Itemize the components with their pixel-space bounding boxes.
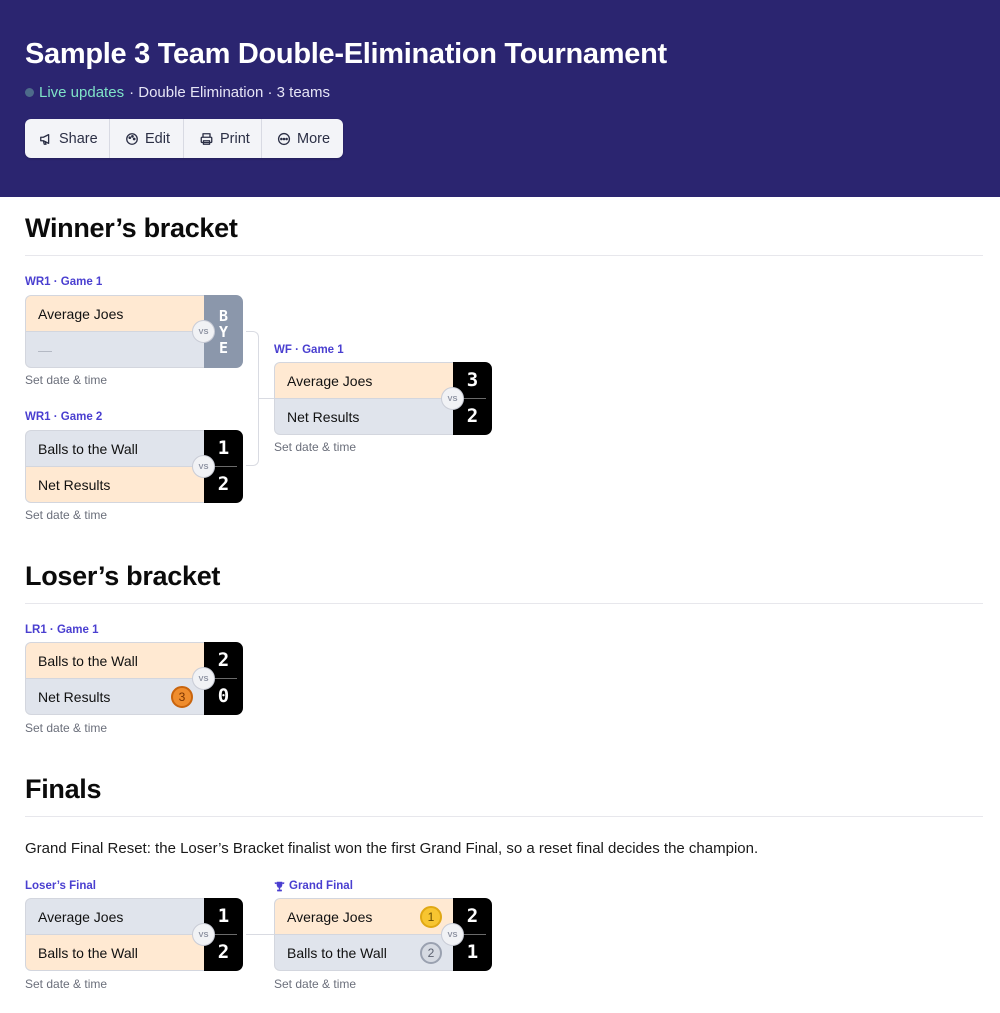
more-label: More (297, 130, 331, 147)
score[interactable]: 1 (453, 941, 492, 963)
set-date-link[interactable]: Set date & time (274, 977, 356, 991)
score[interactable]: 2 (453, 405, 492, 427)
team-row[interactable]: Balls to the Wall (25, 430, 205, 466)
team-row[interactable]: Average Joes (25, 295, 205, 331)
losers-bracket-heading: Loser’s bracket (25, 561, 221, 591)
set-date-link[interactable]: Set date & time (274, 440, 356, 454)
more-circle-icon (277, 132, 291, 145)
team-row[interactable]: Balls to the Wall (25, 934, 205, 971)
page-header: Sample 3 Team Double-Elimination Tournam… (0, 0, 1000, 197)
match-card-losers-final[interactable]: Average Joes Balls to the Wall 1 2 VS (25, 898, 243, 971)
share-label: Share (59, 130, 98, 147)
score[interactable]: 3 (453, 369, 492, 391)
score[interactable]: 2 (453, 905, 492, 927)
bracket-connector (259, 398, 274, 399)
score[interactable]: 1 (204, 437, 243, 459)
team-row[interactable]: Net Results (25, 466, 205, 503)
match-label-losers-final[interactable]: Loser’s Final (25, 880, 96, 892)
score[interactable]: 0 (204, 685, 243, 707)
vs-badge: VS (192, 320, 215, 343)
match-label-wr1-g1[interactable]: WR1 · Game 1 (25, 276, 102, 288)
megaphone-icon (40, 133, 50, 145)
palette-icon (126, 132, 138, 145)
team-row[interactable]: Average Joes (25, 898, 205, 934)
page-title: Sample 3 Team Double-Elimination Tournam… (25, 38, 667, 70)
set-date-link[interactable]: Set date & time (25, 373, 107, 387)
section-divider (25, 816, 983, 817)
vs-badge: VS (441, 387, 464, 410)
set-date-link[interactable]: Set date & time (25, 977, 107, 991)
edit-label: Edit (145, 130, 170, 147)
tournament-meta: Live updates · Double Elimination · 3 te… (25, 84, 330, 101)
set-date-link[interactable]: Set date & time (25, 508, 107, 522)
action-toolbar: Share Edit Print More (25, 119, 343, 158)
bye-letter: B (218, 306, 229, 325)
score[interactable]: 1 (204, 905, 243, 927)
grand-final-reset-note: Grand Final Reset: the Loser’s Bracket f… (25, 840, 759, 857)
team-row-empty[interactable]: — (25, 331, 205, 368)
finals-heading: Finals (25, 774, 102, 804)
bracket-connector (246, 934, 274, 935)
share-button[interactable]: Share (25, 119, 110, 158)
bye-letter: E (218, 338, 229, 357)
section-divider (25, 603, 983, 604)
first-place-badge: 1 (420, 906, 442, 928)
team-row[interactable]: Net Results (274, 398, 454, 435)
bye-letter: Y (218, 322, 229, 341)
print-button[interactable]: Print (184, 119, 262, 158)
bracket-connector (246, 331, 259, 466)
match-card-wr1-g1[interactable]: Average Joes — B Y E VS (25, 295, 243, 368)
vs-badge: VS (192, 667, 215, 690)
match-label-grand-final[interactable]: Grand Final (274, 880, 353, 892)
live-updates-link[interactable]: Live updates (39, 84, 124, 101)
section-divider (25, 255, 983, 256)
live-status-dot (25, 88, 34, 97)
match-label-wf-g1[interactable]: WF · Game 1 (274, 344, 344, 356)
trophy-icon (274, 881, 285, 891)
print-label: Print (220, 130, 250, 147)
match-card-lr1-g1[interactable]: Balls to the Wall Net Results 3 2 0 VS (25, 642, 243, 715)
more-button[interactable]: More (262, 119, 343, 158)
grand-final-label: Grand Final (289, 880, 353, 892)
vs-badge: VS (441, 923, 464, 946)
score[interactable]: 2 (204, 649, 243, 671)
score[interactable]: 2 (204, 473, 243, 495)
tournament-info: · Double Elimination · 3 teams (129, 84, 330, 101)
edit-button[interactable]: Edit (110, 119, 184, 158)
team-row[interactable]: Average Joes (274, 362, 454, 398)
match-card-wr1-g2[interactable]: Balls to the Wall Net Results 1 2 VS (25, 430, 243, 503)
match-card-wf-g1[interactable]: Average Joes Net Results 3 2 VS (274, 362, 492, 435)
match-card-grand-final[interactable]: Average Joes Balls to the Wall 1 2 2 1 V… (274, 898, 492, 971)
match-label-wr1-g2[interactable]: WR1 · Game 2 (25, 411, 102, 423)
third-place-badge: 3 (171, 686, 193, 708)
vs-badge: VS (192, 455, 215, 478)
second-place-badge: 2 (420, 942, 442, 964)
score[interactable]: 2 (204, 941, 243, 963)
team-row[interactable]: Balls to the Wall (25, 642, 205, 678)
vs-badge: VS (192, 923, 215, 946)
set-date-link[interactable]: Set date & time (25, 721, 107, 735)
winners-bracket-heading: Winner’s bracket (25, 213, 238, 243)
match-label-lr1-g1[interactable]: LR1 · Game 1 (25, 624, 99, 636)
printer-icon (200, 132, 213, 145)
